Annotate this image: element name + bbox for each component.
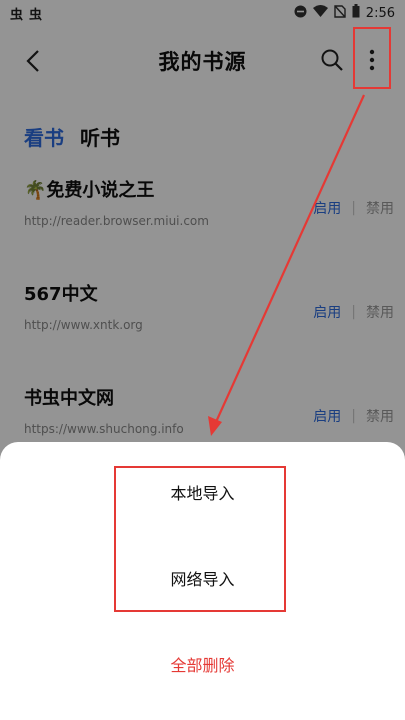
annotation-highlight <box>353 27 391 89</box>
delete-all-button[interactable]: 全部删除 <box>0 652 405 676</box>
annotation-highlight <box>114 466 286 612</box>
